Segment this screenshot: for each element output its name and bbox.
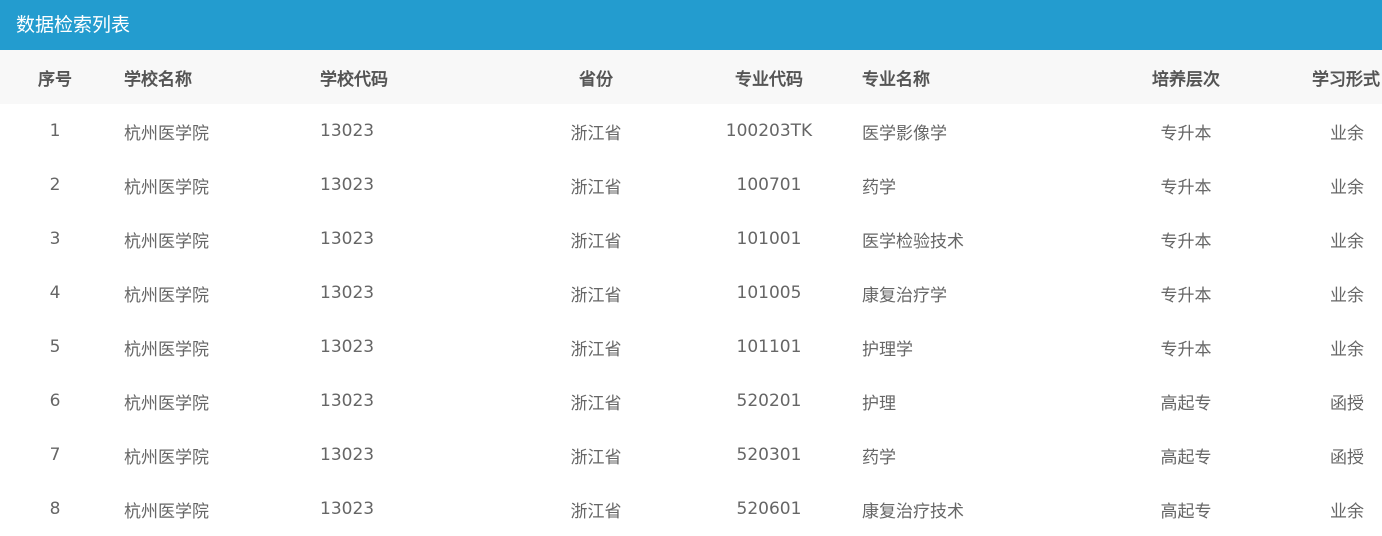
table-row: 2 杭州医学院 13023 浙江省 100701 药学 专升本 业余 bbox=[0, 158, 1382, 212]
cell-major-code: 100203TK bbox=[725, 121, 813, 141]
cell-major-name: 康复治疗学 bbox=[862, 285, 947, 306]
column-header-school-code: 学校代码 bbox=[306, 50, 502, 104]
data-table: 序号 学校名称 学校代码 省份 专业代码 专业名称 培养层次 学习形式 1 杭州… bbox=[0, 50, 1382, 536]
cell-index: 7 bbox=[49, 445, 61, 465]
cell-school-name: 杭州医学院 bbox=[124, 393, 209, 414]
cell-index: 6 bbox=[49, 391, 61, 411]
cell-province: 浙江省 bbox=[570, 339, 622, 360]
cell-study-form: 业余 bbox=[1330, 501, 1364, 522]
cell-school-code: 13023 bbox=[320, 391, 375, 411]
column-header-province: 省份 bbox=[502, 50, 690, 104]
cell-level: 专升本 bbox=[1160, 285, 1212, 306]
cell-province: 浙江省 bbox=[570, 285, 622, 306]
cell-province: 浙江省 bbox=[570, 447, 622, 468]
cell-school-name: 杭州医学院 bbox=[124, 177, 209, 198]
cell-school-code: 13023 bbox=[320, 445, 375, 465]
table-row: 8 杭州医学院 13023 浙江省 520601 康复治疗技术 高起专 业余 bbox=[0, 482, 1382, 536]
cell-study-form: 业余 bbox=[1330, 285, 1364, 306]
cell-study-form: 函授 bbox=[1330, 393, 1364, 414]
cell-study-form: 函授 bbox=[1330, 447, 1364, 468]
cell-major-code: 100701 bbox=[736, 175, 802, 195]
page-title-bar: 数据检索列表 bbox=[0, 0, 1382, 50]
cell-school-code: 13023 bbox=[320, 121, 375, 141]
cell-province: 浙江省 bbox=[570, 231, 622, 252]
cell-study-form: 业余 bbox=[1330, 339, 1364, 360]
cell-school-name: 杭州医学院 bbox=[124, 339, 209, 360]
cell-school-name: 杭州医学院 bbox=[124, 231, 209, 252]
table-row: 3 杭州医学院 13023 浙江省 101001 医学检验技术 专升本 业余 bbox=[0, 212, 1382, 266]
cell-province: 浙江省 bbox=[570, 501, 622, 522]
page-title: 数据检索列表 bbox=[16, 14, 131, 36]
cell-major-code: 101101 bbox=[736, 337, 802, 357]
cell-index: 1 bbox=[49, 121, 61, 141]
column-header-level: 培养层次 bbox=[1104, 50, 1268, 104]
cell-major-code: 520301 bbox=[736, 445, 802, 465]
cell-study-form: 业余 bbox=[1330, 123, 1364, 144]
cell-index: 4 bbox=[49, 283, 61, 303]
cell-index: 2 bbox=[49, 175, 61, 195]
cell-major-code: 101001 bbox=[736, 229, 802, 249]
cell-province: 浙江省 bbox=[570, 123, 622, 144]
cell-school-code: 13023 bbox=[320, 175, 375, 195]
cell-index: 3 bbox=[49, 229, 61, 249]
cell-study-form: 业余 bbox=[1330, 177, 1364, 198]
cell-school-code: 13023 bbox=[320, 229, 375, 249]
cell-school-name: 杭州医学院 bbox=[124, 501, 209, 522]
cell-level: 高起专 bbox=[1160, 393, 1212, 414]
cell-study-form: 业余 bbox=[1330, 231, 1364, 252]
column-header-major-name: 专业名称 bbox=[848, 50, 1104, 104]
cell-major-name: 医学检验技术 bbox=[862, 231, 964, 252]
cell-major-name: 护理 bbox=[862, 393, 896, 414]
cell-level: 专升本 bbox=[1160, 339, 1212, 360]
cell-level: 专升本 bbox=[1160, 177, 1212, 198]
cell-province: 浙江省 bbox=[570, 393, 622, 414]
cell-level: 高起专 bbox=[1160, 447, 1212, 468]
cell-major-name: 药学 bbox=[862, 177, 896, 198]
cell-level: 专升本 bbox=[1160, 231, 1212, 252]
column-header-major-code: 专业代码 bbox=[690, 50, 848, 104]
cell-school-name: 杭州医学院 bbox=[124, 285, 209, 306]
cell-school-code: 13023 bbox=[320, 499, 375, 519]
cell-major-code: 101005 bbox=[736, 283, 802, 303]
cell-school-code: 13023 bbox=[320, 283, 375, 303]
table-row: 1 杭州医学院 13023 浙江省 100203TK 医学影像学 专升本 业余 bbox=[0, 104, 1382, 158]
cell-major-name: 医学影像学 bbox=[862, 123, 947, 144]
table-row: 4 杭州医学院 13023 浙江省 101005 康复治疗学 专升本 业余 bbox=[0, 266, 1382, 320]
cell-school-code: 13023 bbox=[320, 337, 375, 357]
column-header-index: 序号 bbox=[0, 50, 110, 104]
cell-level: 专升本 bbox=[1160, 123, 1212, 144]
cell-level: 高起专 bbox=[1160, 501, 1212, 522]
cell-major-code: 520601 bbox=[736, 499, 802, 519]
table-row: 5 杭州医学院 13023 浙江省 101101 护理学 专升本 业余 bbox=[0, 320, 1382, 374]
table-header-row: 序号 学校名称 学校代码 省份 专业代码 专业名称 培养层次 学习形式 bbox=[0, 50, 1382, 104]
cell-school-name: 杭州医学院 bbox=[124, 447, 209, 468]
cell-major-name: 康复治疗技术 bbox=[862, 501, 964, 522]
column-header-study-form: 学习形式 bbox=[1268, 50, 1382, 104]
cell-province: 浙江省 bbox=[570, 177, 622, 198]
table-row: 7 杭州医学院 13023 浙江省 520301 药学 高起专 函授 bbox=[0, 428, 1382, 482]
cell-major-name: 药学 bbox=[862, 447, 896, 468]
table-row: 6 杭州医学院 13023 浙江省 520201 护理 高起专 函授 bbox=[0, 374, 1382, 428]
cell-index: 5 bbox=[49, 337, 61, 357]
cell-school-name: 杭州医学院 bbox=[124, 123, 209, 144]
cell-index: 8 bbox=[49, 499, 61, 519]
cell-major-name: 护理学 bbox=[862, 339, 913, 360]
cell-major-code: 520201 bbox=[736, 391, 802, 411]
column-header-school-name: 学校名称 bbox=[110, 50, 306, 104]
